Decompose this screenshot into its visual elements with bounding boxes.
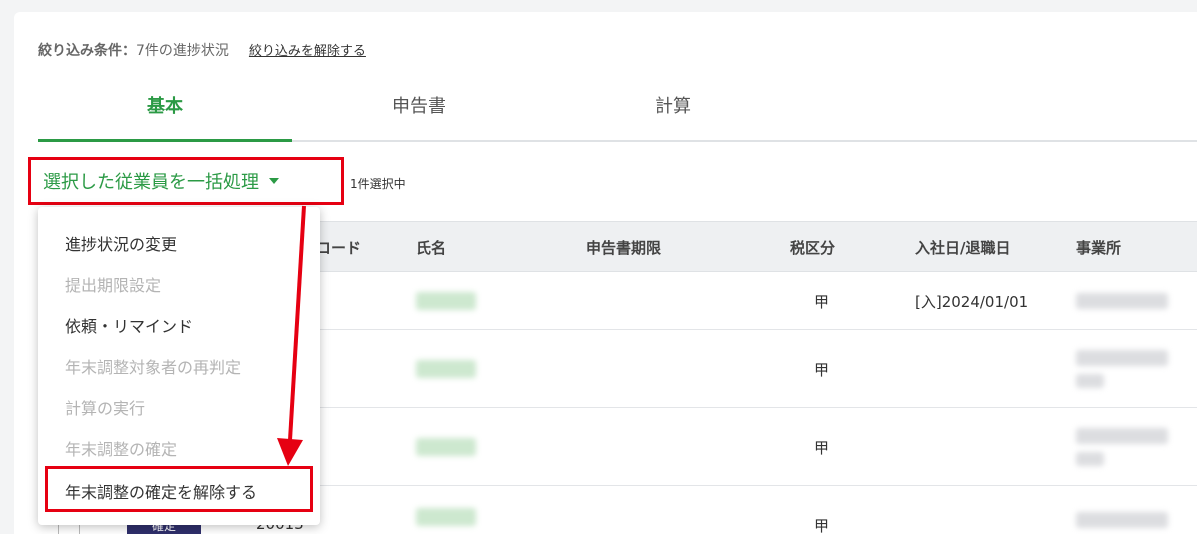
tab-basic[interactable]: 基本 (38, 80, 292, 142)
col-deadline[interactable]: 申告書期限 (586, 237, 661, 258)
menu-item-request-remind[interactable]: 依頼・リマインド (65, 313, 193, 337)
office-name-cont (1076, 374, 1104, 388)
menu-item-finalize: 年末調整の確定 (65, 440, 178, 459)
employee-name[interactable] (416, 438, 476, 456)
menu-item-change-status[interactable]: 進捗状況の変更 (65, 231, 177, 255)
tax-category: 甲 (814, 517, 830, 534)
caret-down-icon (269, 178, 279, 184)
filter-label: 絞り込み条件： (38, 43, 136, 59)
col-name[interactable]: 氏名 (416, 237, 446, 258)
menu-item-set-deadline: 提出期限設定 (65, 276, 162, 295)
tax-category: 甲 (814, 361, 830, 379)
col-tax[interactable]: 税区分 (790, 237, 835, 258)
menu-item-run-calculation: 計算の実行 (65, 399, 146, 418)
employee-name[interactable] (416, 292, 476, 310)
hire-date: [入]2024/01/01 (915, 293, 1029, 311)
tax-category: 甲 (814, 293, 830, 311)
bulk-action-label: 選択した従業員を一括処理 (43, 172, 259, 193)
office-name-cont (1076, 452, 1104, 466)
tax-category: 甲 (814, 439, 830, 457)
selected-count: 1件選択中 (350, 177, 406, 191)
filter-value: 7件の進捗状況 (136, 43, 229, 59)
employee-name[interactable] (416, 360, 476, 378)
office-name (1076, 293, 1168, 309)
office-name (1076, 428, 1168, 444)
tab-declaration[interactable]: 申告書 (292, 80, 546, 142)
filter-bar: 絞り込み条件： 7件の進捗状況 絞り込みを解除する (38, 40, 366, 60)
tab-bar: 基本 申告書 計算 (38, 80, 1197, 142)
col-code[interactable]: コード (316, 237, 361, 258)
col-office[interactable]: 事業所 (1076, 237, 1121, 258)
office-name (1076, 512, 1168, 528)
office-name (1076, 350, 1168, 366)
tab-calculation[interactable]: 計算 (546, 80, 800, 142)
highlight-box (45, 466, 313, 512)
menu-item-rejudge: 年末調整対象者の再判定 (65, 358, 242, 377)
col-dates[interactable]: 入社日/退職日 (915, 237, 1010, 258)
clear-filter-link[interactable]: 絞り込みを解除する (249, 40, 366, 59)
bulk-action-dropdown[interactable]: 選択した従業員を一括処理 (28, 157, 344, 205)
employee-name[interactable] (416, 508, 476, 526)
